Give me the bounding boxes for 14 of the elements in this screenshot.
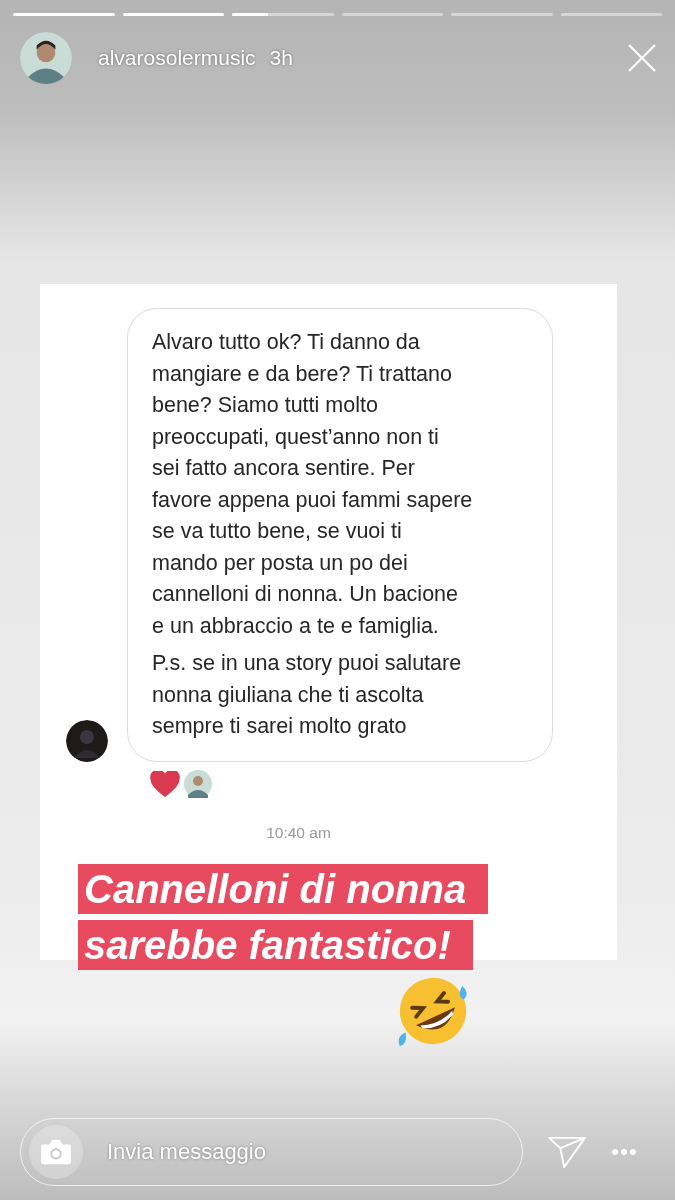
send-icon[interactable] (547, 1135, 587, 1169)
avatar[interactable] (20, 32, 72, 84)
message-timestamp: 10:40 am (265, 823, 332, 842)
camera-icon[interactable] (29, 1125, 83, 1179)
message-text: Alvaro tutto ok? Ti danno da mangiare e da bere? Ti trattano bene? Siamo tutti molto preoccupati, quest’anno non ti sei fatto ancora sentire. Per favore appena puoi fammi sapere se va tutto bene, se vuoi ti mando per posta un po dei cannelloni di nonna. Un bacione e un abbraccio a te e famiglia. (152, 329, 474, 640)
username[interactable]: alvarosolermusic (98, 46, 256, 70)
more-icon[interactable] (611, 1148, 637, 1156)
post-time: 3h (269, 46, 293, 70)
message-text: P.s. se in una story puoi salutare nonna giuliana che ti ascolta sempre ti sarei molto grato (152, 650, 463, 740)
close-icon[interactable] (627, 43, 657, 73)
caption-text: sarebbe fantastico! (78, 919, 473, 970)
caption-text: Cannelloni di nonna (78, 863, 489, 914)
sender-avatar (66, 719, 108, 762)
reactor-avatar (184, 769, 212, 798)
